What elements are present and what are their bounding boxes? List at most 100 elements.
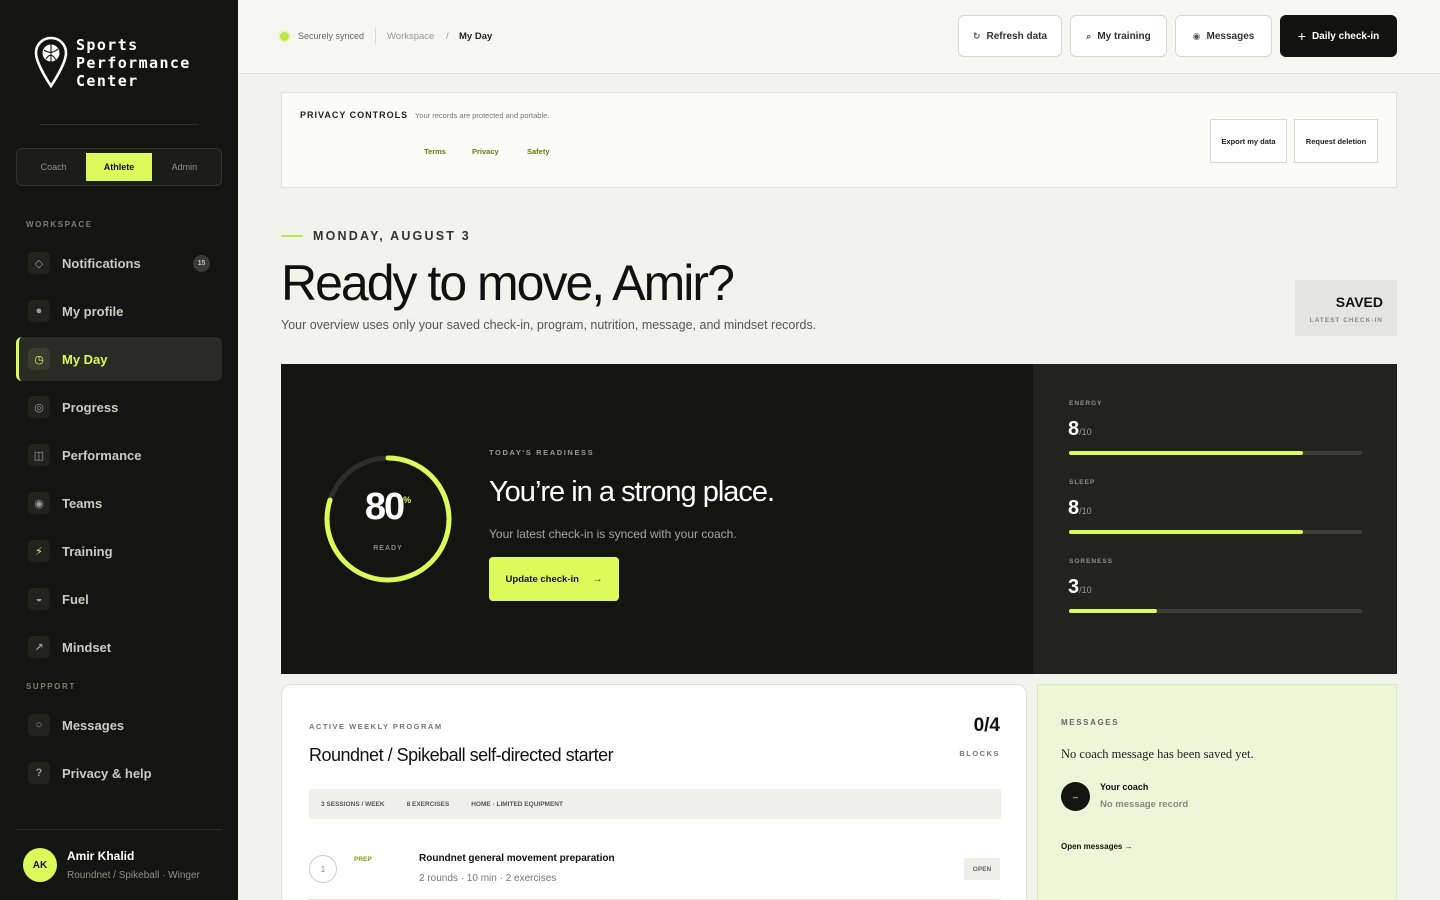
weekly-program-card: ACTIVE WEEKLY PROGRAM Roundnet / Spikeba… [281, 684, 1027, 900]
sidebar-item-training[interactable]: ⚡ Training [16, 529, 222, 573]
metric-soreness-label: SORENESS [1069, 558, 1114, 565]
my-training-button[interactable]: ⌕ My training [1070, 15, 1167, 57]
divider [16, 829, 222, 830]
safety-link[interactable]: Safety [527, 147, 550, 156]
question-icon: ? [28, 762, 50, 784]
privacy-controls: PRIVACY CONTROLS Your records are protec… [281, 92, 1397, 188]
coach-avatar: – [1061, 782, 1090, 811]
update-check-in-button[interactable]: Update check-in → [489, 557, 619, 601]
sidebar-item-label: Progress [62, 399, 119, 415]
sidebar-item-performance[interactable]: ◫ Performance [16, 433, 222, 477]
user-name: Amir Khalid [67, 849, 135, 863]
metric-energy-bar [1069, 451, 1362, 455]
circle-icon: ◉ [28, 492, 50, 514]
block-open-button[interactable]: OPEN [964, 858, 1000, 880]
readiness-subtitle: Your latest check-in is synced with your… [489, 527, 737, 541]
circle-icon: ◉ [1192, 30, 1201, 41]
readiness-eyebrow: TODAY'S READINESS [489, 448, 595, 457]
role-athlete[interactable]: Athlete [86, 153, 152, 181]
sidebar-item-label: Fuel [62, 591, 89, 607]
divider [375, 27, 376, 45]
sidebar-item-label: Privacy & help [62, 765, 152, 781]
location-pin-ball-icon [34, 36, 68, 89]
sidebar-item-label: My Day [62, 351, 108, 367]
role-admin[interactable]: Admin [152, 153, 217, 181]
saved-status: SAVED [1335, 294, 1383, 310]
clock-icon: ◷ [28, 348, 50, 370]
refresh-data-button[interactable]: ↻ Refresh data [958, 15, 1062, 57]
page-title: Ready to move, Amir? [281, 255, 735, 311]
program-tag: 8 EXERCISES [406, 800, 450, 808]
sidebar-item-my-day[interactable]: ◷ My Day [16, 337, 222, 381]
sidebar-item-label: Training [62, 543, 113, 559]
messages-label: Messages [1206, 30, 1255, 42]
brand-logo[interactable]: Sports Performance Center [34, 36, 191, 90]
metric-energy-value: 8/10 [1068, 418, 1092, 441]
top-header: Securely synced Workspace / My Day ↻ Ref… [238, 0, 1440, 74]
sidebar-item-messages[interactable]: ○ Messages [16, 703, 222, 747]
open-messages-link[interactable]: Open messages → [1061, 842, 1133, 851]
metric-sleep-bar [1069, 530, 1362, 534]
sidebar-item-mindset[interactable]: ↗ Mindset [16, 625, 222, 669]
block-phase-tag: PREP [354, 856, 372, 863]
metric-sleep-max: /10 [1079, 506, 1092, 516]
breadcrumb-separator: / [446, 31, 449, 42]
sidebar-item-label: Mindset [62, 639, 112, 655]
metric-sleep-fill [1069, 530, 1304, 534]
bolt-icon: ⚡ [28, 540, 50, 562]
readiness-value: 80 [364, 486, 405, 528]
messages-button[interactable]: ◉ Messages [1175, 15, 1272, 57]
sidebar-item-label: Messages [62, 717, 125, 733]
metric-soreness-max: /10 [1079, 585, 1092, 595]
readiness-title: You’re in a strong place. [489, 476, 775, 508]
privacy-subtitle: Your records are protected and portable. [415, 111, 550, 120]
sidebar-item-notifications[interactable]: ◇ Notifications 15 [16, 241, 222, 285]
metric-energy-max: /10 [1079, 427, 1092, 437]
metric-soreness-score: 3 [1068, 576, 1080, 598]
sidebar-item-fuel[interactable]: ◒ Fuel [16, 577, 222, 621]
metric-soreness-bar [1069, 609, 1362, 613]
block-title: Roundnet general movement preparation [419, 853, 615, 864]
privacy-title: PRIVACY CONTROLS [300, 110, 409, 120]
metric-sleep-value: 8/10 [1068, 497, 1092, 520]
readiness-label: READY [373, 545, 403, 552]
readiness-unit: % [403, 495, 412, 506]
messages-card: MESSAGES No coach message has been saved… [1037, 684, 1397, 900]
saved-status-badge: SAVED LATEST CHECK-IN [1295, 280, 1397, 336]
request-deletion-button[interactable]: Request deletion [1294, 119, 1378, 163]
role-coach[interactable]: Coach [21, 153, 86, 181]
daily-check-in-button[interactable]: + Daily check-in [1280, 15, 1397, 57]
metric-soreness-value: 3/10 [1068, 576, 1092, 599]
block-number: 1 [309, 855, 337, 883]
sidebar-item-my-profile[interactable]: ● My profile [16, 289, 222, 333]
readiness-score: 80% [321, 486, 455, 529]
section-label-workspace: WORKSPACE [26, 220, 93, 229]
sidebar-item-label: Teams [62, 495, 103, 511]
sidebar-item-progress[interactable]: ◎ Progress [16, 385, 222, 429]
divider [40, 124, 198, 125]
sidebar-item-teams[interactable]: ◉ Teams [16, 481, 222, 525]
refresh-icon: ↻ [972, 30, 981, 41]
bubble-icon: ○ [28, 714, 50, 736]
sync-status: Securely synced [298, 31, 365, 41]
search-icon: ⌕ [1086, 30, 1092, 41]
sidebar-item-label: Performance [62, 447, 142, 463]
dot-icon: ● [28, 300, 50, 322]
export-data-button[interactable]: Export my data [1210, 119, 1287, 163]
arrow-right-icon: → [592, 573, 603, 585]
breadcrumb-workspace[interactable]: Workspace [387, 31, 434, 42]
breadcrumb-current: My Day [459, 31, 493, 42]
page-subtitle: Your overview uses only your saved check… [281, 318, 817, 332]
section-label-support: SUPPORT [26, 682, 76, 691]
update-check-in-label: Update check-in [505, 573, 579, 585]
block-details: 2 rounds · 10 min · 2 exercises [419, 873, 557, 884]
metric-energy-fill [1069, 451, 1304, 455]
metric-energy-label: ENERGY [1069, 400, 1103, 407]
terms-link[interactable]: Terms [424, 147, 446, 156]
avatar[interactable]: AK [23, 848, 57, 882]
sidebar-item-privacy-help[interactable]: ? Privacy & help [16, 751, 222, 795]
privacy-link[interactable]: Privacy [472, 147, 499, 156]
program-tag: HOME · LIMITED EQUIPMENT [471, 800, 563, 808]
sidebar-item-label: My profile [62, 303, 124, 319]
my-training-label: My training [1097, 30, 1151, 42]
